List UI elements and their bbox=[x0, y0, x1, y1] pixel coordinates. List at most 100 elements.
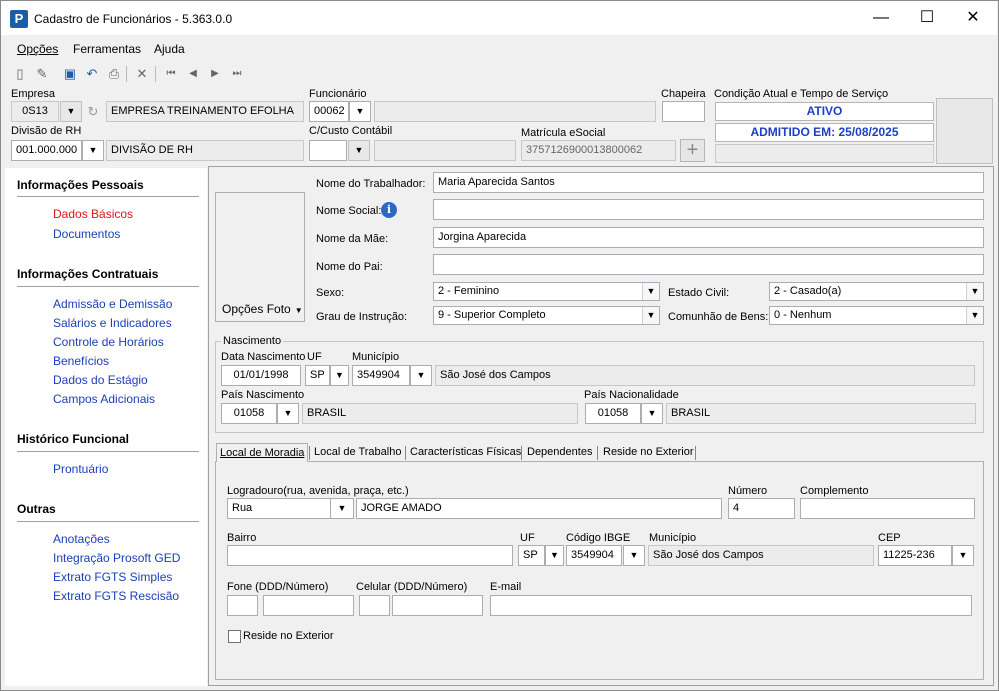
pais-nascimento-dropdown-button[interactable]: ▼ bbox=[277, 403, 299, 424]
email-field[interactable] bbox=[490, 595, 972, 616]
estado-civil-select[interactable]: 2 - Casado(a) ▼ bbox=[769, 282, 984, 301]
menu-opcoes[interactable]: Opções bbox=[17, 42, 58, 56]
tab-local-trabalho[interactable]: Local de Trabalho bbox=[311, 443, 404, 462]
previous-record-icon[interactable]: ◀ bbox=[184, 65, 202, 83]
next-record-icon[interactable]: ▶ bbox=[206, 65, 224, 83]
municipio-name-field: São José dos Campos bbox=[435, 365, 975, 386]
sidebar-section-title: Outras bbox=[17, 502, 56, 516]
funcionario-dropdown-button[interactable]: ▼ bbox=[349, 101, 371, 122]
celular-ddd-field[interactable] bbox=[359, 595, 390, 616]
sidebar-item-ged[interactable]: Integração Prosoft GED bbox=[53, 551, 180, 565]
comunhao-select[interactable]: 0 - Nenhum ▼ bbox=[769, 306, 984, 325]
tab-dependentes[interactable]: Dependentes bbox=[524, 443, 595, 462]
custo-dropdown-button[interactable]: ▼ bbox=[348, 140, 370, 161]
delete-icon[interactable]: ✕ bbox=[133, 65, 151, 83]
tab-reside-exterior[interactable]: Reside no Exterior bbox=[600, 443, 697, 462]
celular-numero-field[interactable] bbox=[392, 595, 483, 616]
municipio-dropdown-button[interactable]: ▼ bbox=[410, 365, 432, 386]
complemento-field[interactable] bbox=[800, 498, 975, 519]
sexo-label: Sexo: bbox=[316, 287, 345, 299]
ibge-dropdown-button[interactable]: ▼ bbox=[623, 545, 645, 566]
tab-separator bbox=[309, 446, 310, 460]
first-record-icon[interactable]: ⏮ bbox=[162, 65, 180, 83]
sidebar-item-estagio[interactable]: Dados do Estágio bbox=[53, 373, 148, 387]
municipio-code-field[interactable]: 3549904 bbox=[352, 365, 410, 386]
uf-field[interactable]: SP bbox=[305, 365, 330, 386]
complemento-label: Complemento bbox=[800, 485, 869, 497]
data-nascimento-field[interactable]: 01/01/1998 bbox=[221, 365, 301, 386]
sidebar-divider bbox=[17, 286, 199, 287]
sidebar-item-prontuario[interactable]: Prontuário bbox=[53, 462, 108, 476]
empresa-code-field[interactable]: 0S13 bbox=[11, 101, 59, 122]
email-label: E-mail bbox=[490, 581, 522, 593]
ibge-field[interactable]: 3549904 bbox=[566, 545, 622, 566]
nome-mae-field[interactable]: Jorgina Aparecida bbox=[433, 227, 984, 248]
sidebar-item-fgts-simples[interactable]: Extrato FGTS Simples bbox=[53, 570, 172, 584]
fone-ddd-field[interactable] bbox=[227, 595, 258, 616]
menu-ajuda[interactable]: Ajuda bbox=[154, 42, 185, 56]
numero-label: Número bbox=[728, 485, 768, 497]
maximize-button[interactable]: ☐ bbox=[904, 2, 950, 34]
new-icon[interactable]: ▯ bbox=[11, 65, 29, 83]
sidebar-item-horarios[interactable]: Controle de Horários bbox=[53, 335, 164, 349]
tab-caracteristicas-fisicas[interactable]: Características Físicas bbox=[407, 443, 524, 462]
funcionario-code-field[interactable]: 00062 bbox=[309, 101, 349, 122]
chevron-down-icon: ▼ bbox=[642, 307, 659, 324]
sidebar-item-anotacoes[interactable]: Anotações bbox=[53, 532, 110, 546]
toolbar-divider bbox=[155, 66, 156, 82]
divisao-dropdown-button[interactable]: ▼ bbox=[82, 140, 104, 161]
sidebar-item-admissao[interactable]: Admissão e Demissão bbox=[53, 297, 172, 311]
uf-dropdown-button[interactable]: ▼ bbox=[330, 365, 349, 386]
pais-nacionalidade-code-field[interactable]: 01058 bbox=[585, 403, 641, 424]
estado-civil-value: 2 - Casado(a) bbox=[774, 285, 842, 297]
pais-nascimento-code-field[interactable]: 01058 bbox=[221, 403, 277, 424]
nome-field[interactable]: Maria Aparecida Santos bbox=[433, 172, 984, 193]
close-button[interactable]: ✕ bbox=[950, 2, 996, 34]
divisao-code-field[interactable]: 001.000.000 bbox=[11, 140, 82, 161]
sidebar-item-documentos[interactable]: Documentos bbox=[53, 227, 120, 241]
sidebar-section-title: Histórico Funcional bbox=[17, 432, 130, 446]
comunhao-value: 0 - Nenhum bbox=[774, 309, 832, 321]
refresh-icon[interactable]: ↻ bbox=[83, 102, 103, 121]
edit-icon[interactable]: ✎ bbox=[33, 65, 51, 83]
empresa-dropdown-button[interactable]: ▼ bbox=[60, 101, 82, 122]
custo-code-field[interactable] bbox=[309, 140, 347, 161]
cep-dropdown-button[interactable]: ▼ bbox=[952, 545, 974, 566]
pais-nascimento-label: País Nascimento bbox=[221, 389, 305, 401]
tab-separator bbox=[597, 446, 598, 460]
sidebar-item-fgts-rescisao[interactable]: Extrato FGTS Rescisão bbox=[53, 589, 179, 603]
comunhao-label: Comunhão de Bens: bbox=[668, 311, 769, 323]
print-icon[interactable]: ⎙ bbox=[105, 65, 123, 83]
info-icon[interactable]: i bbox=[381, 202, 397, 218]
last-record-icon[interactable]: ⏭ bbox=[228, 65, 246, 83]
sidebar-item-salarios[interactable]: Salários e Indicadores bbox=[53, 316, 172, 330]
menu-ferramentas[interactable]: Ferramentas bbox=[73, 42, 141, 56]
sidebar-item-dados-basicos[interactable]: Dados Básicos bbox=[53, 207, 133, 221]
logradouro-field[interactable]: JORGE AMADO bbox=[356, 498, 722, 519]
moradia-uf-dropdown-button[interactable]: ▼ bbox=[545, 545, 564, 566]
sidebar-divider bbox=[17, 521, 199, 522]
nome-mae-label: Nome da Mãe: bbox=[316, 233, 389, 245]
nome-pai-field[interactable] bbox=[433, 254, 984, 275]
undo-icon[interactable]: ↶ bbox=[83, 65, 101, 83]
tipo-logradouro-dropdown-button[interactable]: ▼ bbox=[330, 498, 354, 519]
chapeira-field[interactable] bbox=[662, 101, 705, 122]
tab-local-moradia[interactable]: Local de Moradia bbox=[216, 443, 309, 462]
sexo-select[interactable]: 2 - Feminino ▼ bbox=[433, 282, 660, 301]
grau-instrucao-select[interactable]: 9 - Superior Completo ▼ bbox=[433, 306, 660, 325]
add-icon[interactable]: + bbox=[680, 139, 705, 162]
fone-numero-field[interactable] bbox=[263, 595, 354, 616]
sidebar bbox=[5, 168, 207, 686]
reside-exterior-checkbox[interactable] bbox=[228, 630, 241, 643]
photo-options-button[interactable]: Opções Foto ▼ bbox=[222, 302, 303, 316]
sidebar-item-beneficios[interactable]: Benefícios bbox=[53, 354, 109, 368]
moradia-uf-field[interactable]: SP bbox=[518, 545, 545, 566]
pais-nacionalidade-dropdown-button[interactable]: ▼ bbox=[641, 403, 663, 424]
bairro-field[interactable] bbox=[227, 545, 513, 566]
sidebar-item-campos-adicionais[interactable]: Campos Adicionais bbox=[53, 392, 155, 406]
cep-field[interactable]: 11225-236 bbox=[878, 545, 952, 566]
nome-social-field[interactable] bbox=[433, 199, 984, 220]
numero-field[interactable]: 4 bbox=[728, 498, 795, 519]
minimize-button[interactable]: — bbox=[858, 2, 904, 34]
save-icon[interactable]: ▣ bbox=[61, 65, 79, 83]
